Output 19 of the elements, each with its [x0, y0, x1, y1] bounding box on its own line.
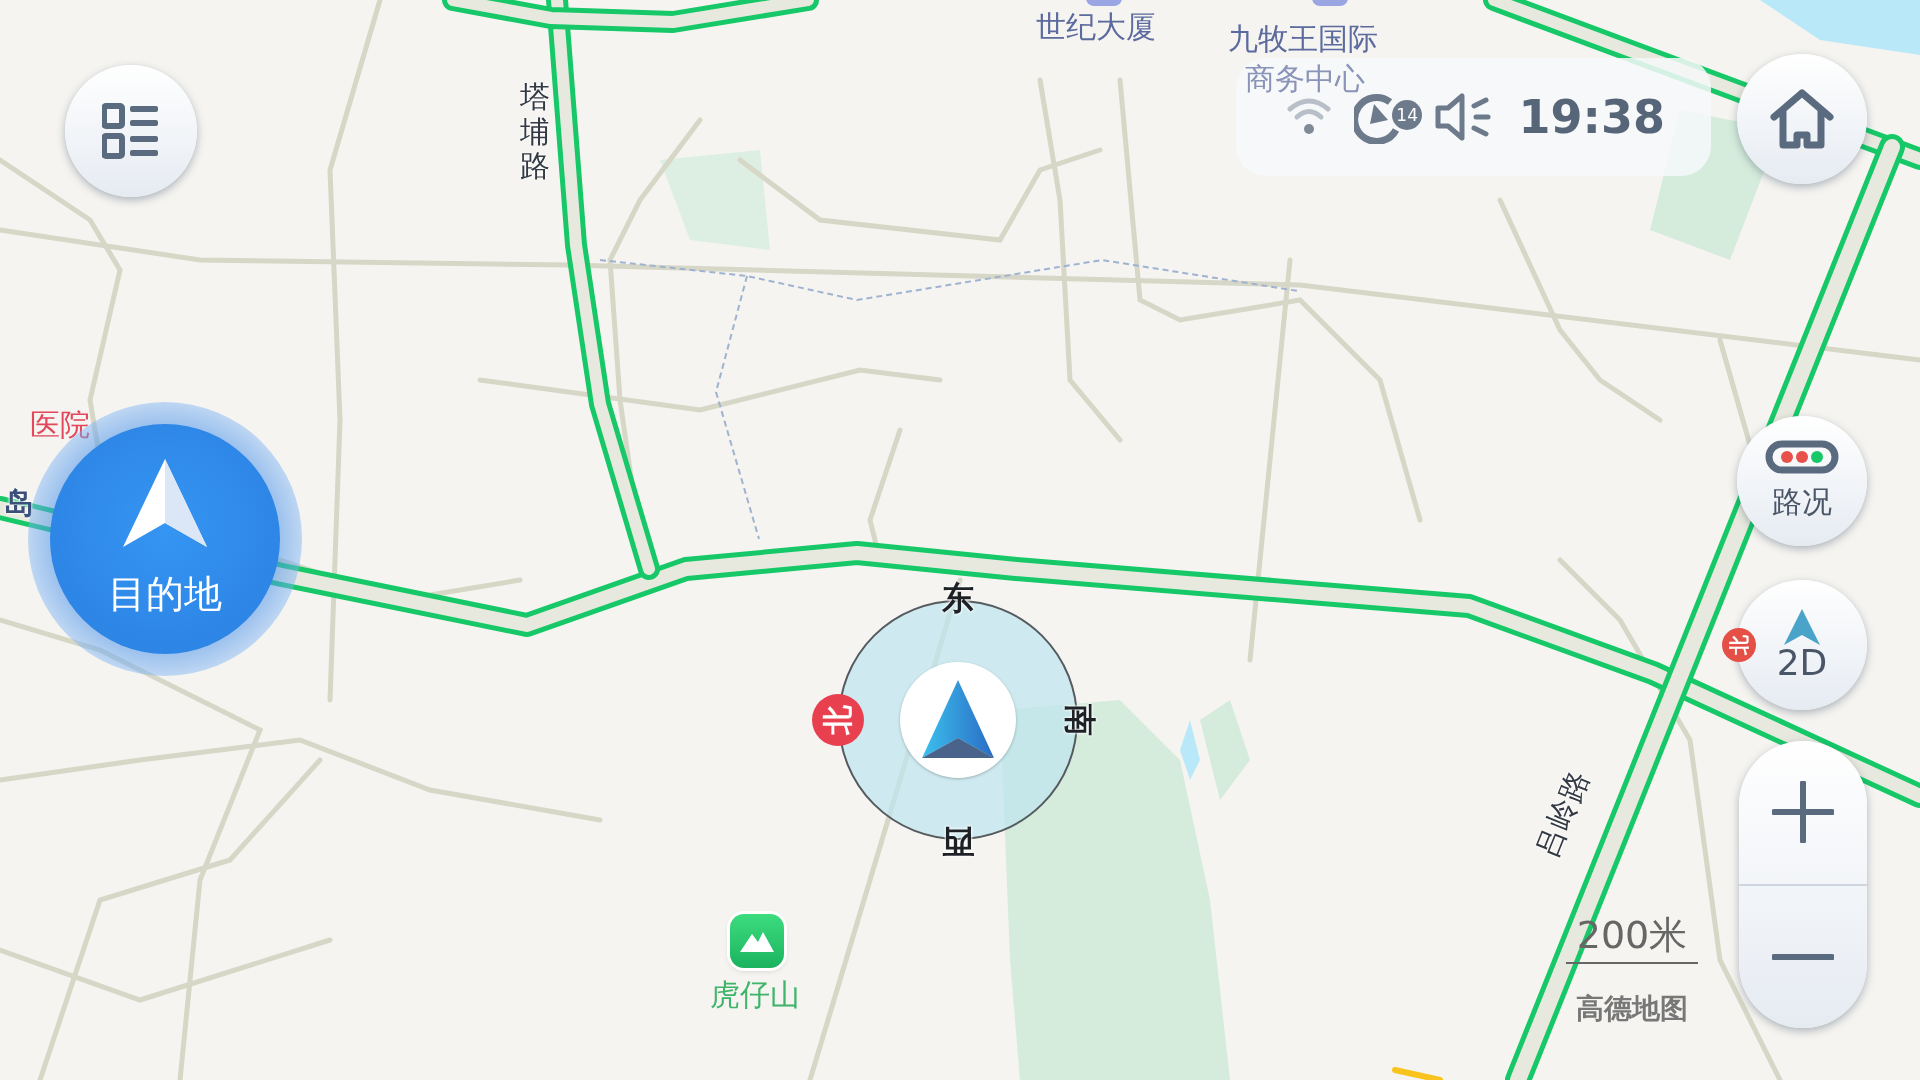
place-label: 虎仔山 [710, 978, 800, 1011]
clock-time: 19:38 [1518, 90, 1665, 144]
home-icon [1769, 89, 1835, 149]
place-label: 世纪大厦 [1036, 10, 1156, 43]
road-label: 塔埔路 [520, 80, 550, 184]
plus-icon [1772, 781, 1834, 844]
navigation-arrow-icon [1782, 609, 1822, 645]
mountain-icon [730, 914, 784, 968]
compass-direction: 南 [1064, 704, 1096, 736]
satellite-count-badge: 14 [1392, 100, 1423, 130]
road-label: 吕岭路 [1530, 766, 1595, 863]
place-label: 商务中心 [1245, 62, 1365, 95]
minus-icon [1772, 952, 1834, 961]
place-label: 九牧王国际 [1228, 22, 1378, 55]
menu-icon [102, 102, 160, 160]
north-badge: 北 [812, 694, 864, 746]
compass-direction: 西 [942, 826, 974, 858]
road-segment [1392, 1067, 1443, 1080]
map-logo: 高德地图 [1576, 991, 1688, 1027]
